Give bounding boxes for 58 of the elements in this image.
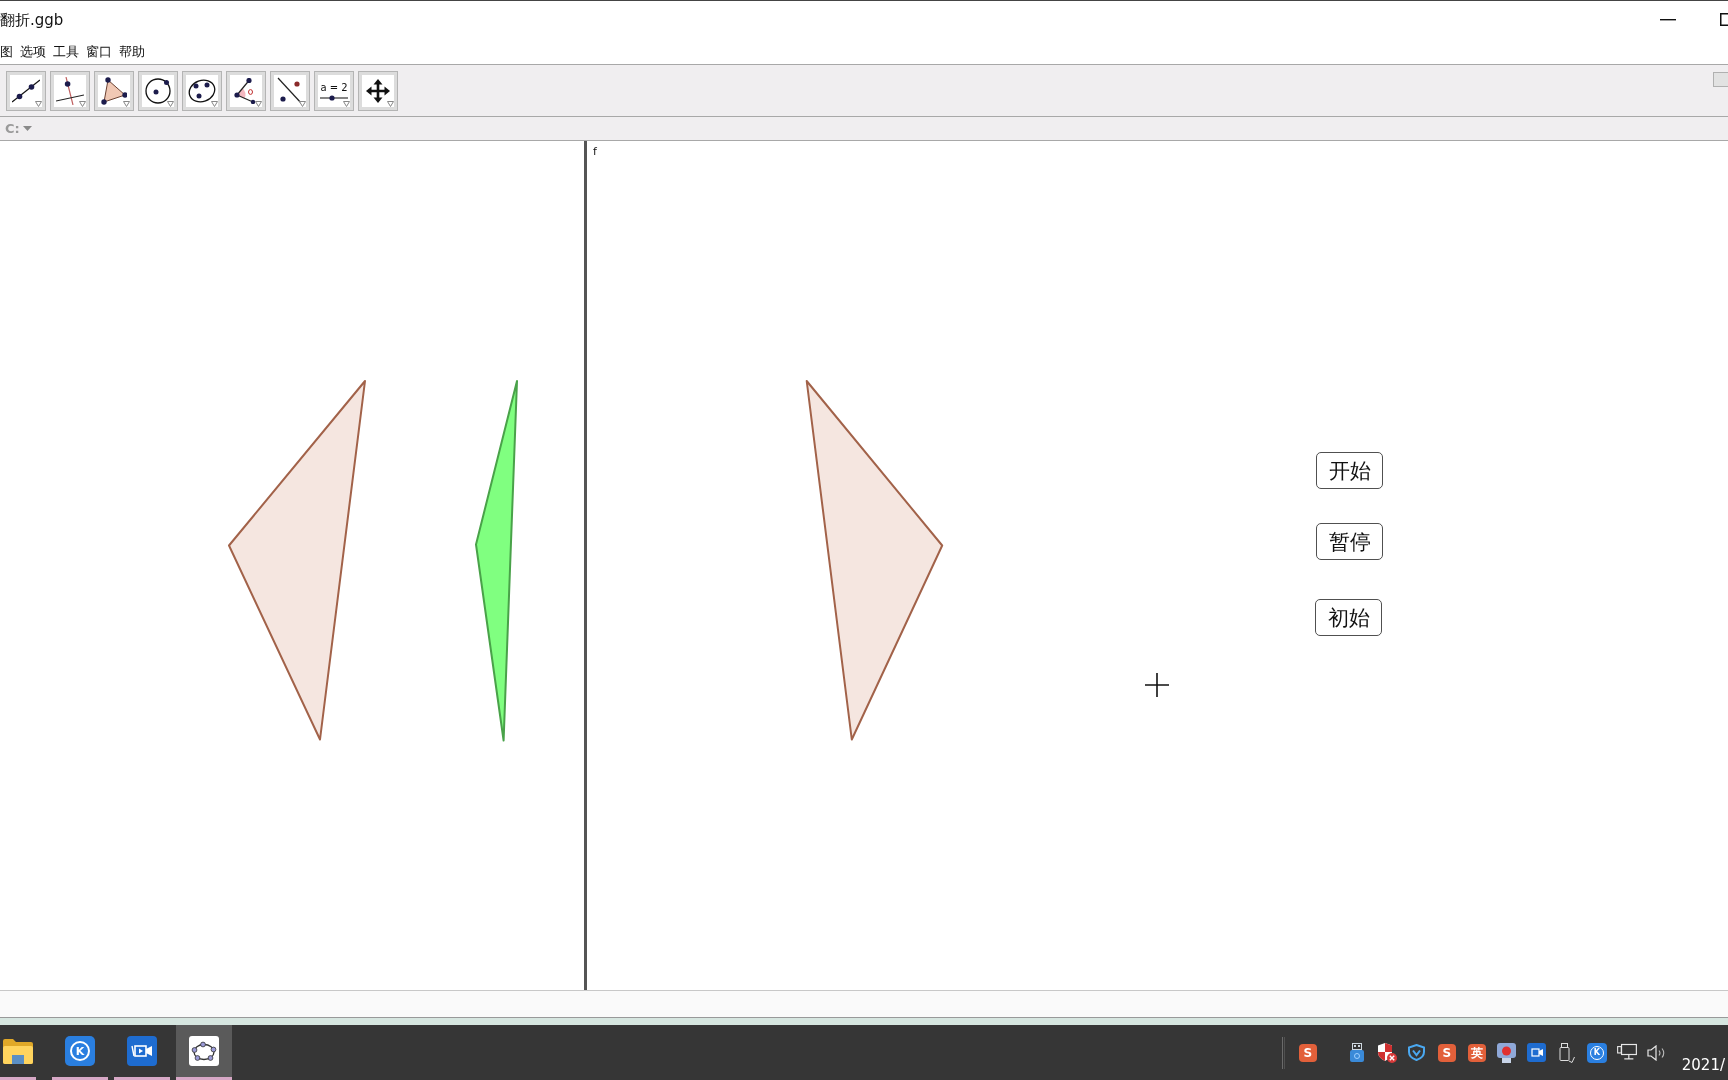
dropdown-triangle-icon <box>35 101 42 107</box>
video-camera-icon[interactable] <box>1527 1043 1547 1062</box>
input-method-icon[interactable]: S <box>1298 1043 1317 1062</box>
slider-icon <box>320 94 348 101</box>
crosshair-cursor-icon <box>1145 673 1169 697</box>
taskbar-button[interactable] <box>176 1025 232 1080</box>
usb-drive-icon[interactable] <box>1558 1042 1575 1063</box>
taskbar-button[interactable]: K <box>52 1025 108 1080</box>
menu-item[interactable]: 图 <box>0 43 13 61</box>
line-and-points-icon <box>277 77 303 105</box>
dropdown-triangle-icon <box>387 101 394 107</box>
menu-item[interactable]: 窗口 <box>86 43 112 61</box>
speaker-icon[interactable] <box>1646 1044 1667 1061</box>
dropdown-triangle-icon <box>123 101 130 107</box>
tool-button[interactable] <box>6 71 46 111</box>
action-button[interactable]: 初始 <box>1315 599 1382 636</box>
input-method-icon[interactable]: S <box>1437 1043 1456 1062</box>
tool-button[interactable] <box>182 71 222 111</box>
angle-icon <box>234 78 258 104</box>
tool-button[interactable] <box>358 71 398 111</box>
line-through-points-icon <box>12 79 40 103</box>
clock-date[interactable]: 2021/ <box>1681 1056 1725 1080</box>
ellipse-points-icon <box>188 78 216 104</box>
dropdown-triangle-icon <box>299 101 306 107</box>
move-arrows-icon <box>366 79 390 103</box>
dropdown-triangle-icon <box>167 101 174 107</box>
input-method-icon[interactable]: 英 <box>1467 1043 1486 1062</box>
minimize-icon[interactable] <box>1660 18 1676 21</box>
action-button[interactable]: 开始 <box>1316 452 1383 489</box>
polygon-icon <box>101 77 127 105</box>
caret-icon[interactable] <box>22 126 32 131</box>
menu-item[interactable]: 选项 <box>20 43 46 61</box>
tool-button[interactable] <box>270 71 310 111</box>
dropdown-triangle-icon <box>255 101 262 107</box>
dropdown-triangle-icon <box>343 101 350 107</box>
record-icon[interactable] <box>1497 1042 1517 1063</box>
k-app-icon: K <box>65 1036 95 1066</box>
k-app-icon[interactable]: K <box>1586 1042 1607 1063</box>
maximize-icon[interactable] <box>1720 13 1728 26</box>
tool-button[interactable] <box>226 71 266 111</box>
tool-button[interactable] <box>94 71 134 111</box>
slider-tool-button[interactable]: a = 2 <box>314 71 354 111</box>
perpendicular-lines-icon <box>56 77 84 105</box>
dropdown-triangle-icon <box>79 101 86 107</box>
object-label: f <box>593 145 597 158</box>
window-title: 翻折.ggb <box>0 11 64 30</box>
video-camera-icon <box>127 1036 157 1066</box>
menu-item[interactable]: 帮助 <box>119 43 145 61</box>
dropdown-triangle-icon <box>211 101 218 107</box>
usb-device-icon[interactable] <box>1349 1043 1364 1062</box>
folder-icon <box>3 1038 33 1064</box>
action-button[interactable]: 暂停 <box>1316 523 1383 560</box>
tool-button[interactable] <box>50 71 90 111</box>
menu-item[interactable]: 工具 <box>53 43 79 61</box>
tool-button[interactable] <box>138 71 178 111</box>
network-icon[interactable] <box>1616 1043 1637 1062</box>
shield-icon[interactable] <box>1376 1042 1397 1063</box>
circle-with-center-icon <box>145 78 171 104</box>
